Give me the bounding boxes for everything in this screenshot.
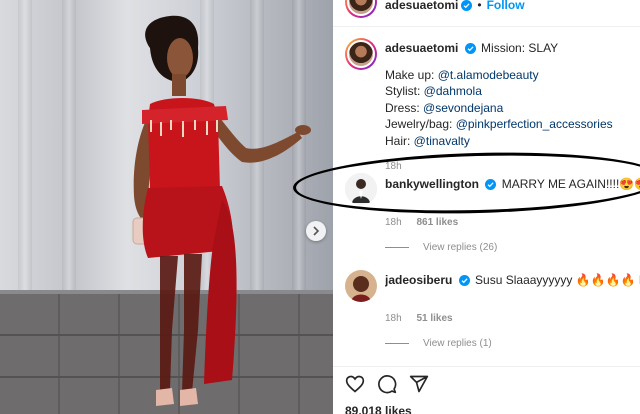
share-icon[interactable] (409, 374, 429, 394)
credit-mention[interactable]: @dahmola (424, 84, 482, 98)
credit-line: Make up: @t.alamodebeauty (385, 67, 640, 84)
credit-line: Jewelry/bag: @pinkperfection_accessories (385, 116, 640, 133)
follow-button[interactable]: Follow (487, 0, 525, 12)
comment-likes[interactable]: 861 likes (416, 217, 458, 228)
credit-label: Dress: (385, 100, 424, 115)
credit-label: Stylist: (385, 84, 424, 98)
credit-line: Dress: @sevondejana (385, 100, 640, 117)
credit-label: Jewelry/bag: (385, 117, 456, 131)
person-avatar-icon (345, 270, 377, 302)
verified-badge-icon (461, 0, 473, 11)
verified-badge-icon (464, 43, 476, 54)
comment-meta: 18h 861 likes (385, 217, 640, 228)
header-avatar[interactable] (345, 0, 377, 18)
post-details-panel: adesuaetomi • Follow adesuaetomi Mission… (292, 0, 640, 414)
comment-icon[interactable] (377, 374, 397, 394)
caption-text: Mission: SLAY (481, 41, 559, 55)
comment: jadeosiberu Susu Slaaayyyyyy 🔥🔥🔥🔥 Best i… (385, 272, 640, 349)
credit-mention[interactable]: @tinavalty (414, 134, 470, 148)
comment-meta: 18h 51 likes (385, 313, 640, 324)
header-divider (333, 26, 640, 27)
actions-divider (333, 366, 640, 367)
post-header: adesuaetomi • Follow (385, 0, 525, 12)
view-replies-label: View replies (26) (423, 241, 498, 253)
caption-credits: Make up: @t.alamodebeauty Stylist: @dahm… (385, 67, 640, 150)
credit-line: Hair: @tinavalty (385, 133, 640, 150)
post-photo[interactable] (0, 0, 333, 414)
caption-username[interactable]: adesuaetomi (385, 41, 458, 55)
heart-icon[interactable] (345, 374, 365, 394)
credit-mention[interactable]: @t.alamodebeauty (438, 68, 539, 82)
comment-username[interactable]: jadeosiberu (385, 273, 452, 287)
verified-badge-icon (458, 275, 470, 286)
comment-time: 18h (385, 216, 402, 228)
comment-time: 18h (385, 312, 402, 324)
caption-avatar[interactable] (345, 38, 377, 70)
view-replies-label: View replies (1) (423, 337, 492, 349)
credit-mention[interactable]: @sevondejana (423, 101, 503, 115)
credit-mention[interactable]: @pinkperfection_accessories (456, 117, 613, 131)
header-separator: • (477, 0, 482, 12)
header-username[interactable]: adesuaetomi (385, 0, 458, 12)
credit-label: Hair: (385, 133, 414, 148)
credit-line: Stylist: @dahmola (385, 83, 640, 100)
comment-avatar[interactable] (345, 270, 377, 302)
action-bar (345, 374, 429, 394)
view-replies-button[interactable]: View replies (26) (385, 242, 640, 253)
credit-label: Make up: (385, 67, 438, 82)
comment-likes[interactable]: 51 likes (416, 313, 452, 324)
likes-count[interactable]: 89,018 likes (345, 404, 412, 414)
comment-text: Susu Slaaayyyyyy 🔥🔥🔥🔥 Best in 😍😍😍 (475, 273, 640, 287)
next-photo-button[interactable] (306, 221, 326, 241)
chevron-right-icon (313, 226, 320, 236)
view-replies-button[interactable]: View replies (1) (385, 338, 640, 349)
woman-in-red-dress-figure (132, 15, 311, 406)
replies-dash (385, 246, 409, 248)
replies-dash (385, 342, 409, 344)
